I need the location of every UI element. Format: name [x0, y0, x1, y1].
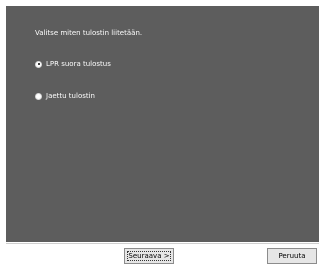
option-lpr-direct-print[interactable]: LPR suora tulostus [35, 60, 111, 68]
next-button[interactable]: Seuraava > [124, 248, 174, 264]
divider [6, 243, 319, 244]
radio-button-selected[interactable] [35, 60, 42, 68]
radio-button[interactable] [35, 92, 42, 100]
radio-dot-icon [37, 63, 40, 65]
installer-window: Valitse miten tulostin liitetään. LPR su… [0, 0, 325, 269]
content-panel: Valitse miten tulostin liitetään. LPR su… [6, 6, 319, 242]
cancel-button[interactable]: Peruuta [267, 248, 317, 264]
option-shared-printer[interactable]: Jaettu tulostin [35, 92, 95, 100]
option-label: Jaettu tulostin [46, 92, 95, 100]
instruction-text: Valitse miten tulostin liitetään. [35, 29, 143, 37]
option-label: LPR suora tulostus [46, 60, 111, 68]
